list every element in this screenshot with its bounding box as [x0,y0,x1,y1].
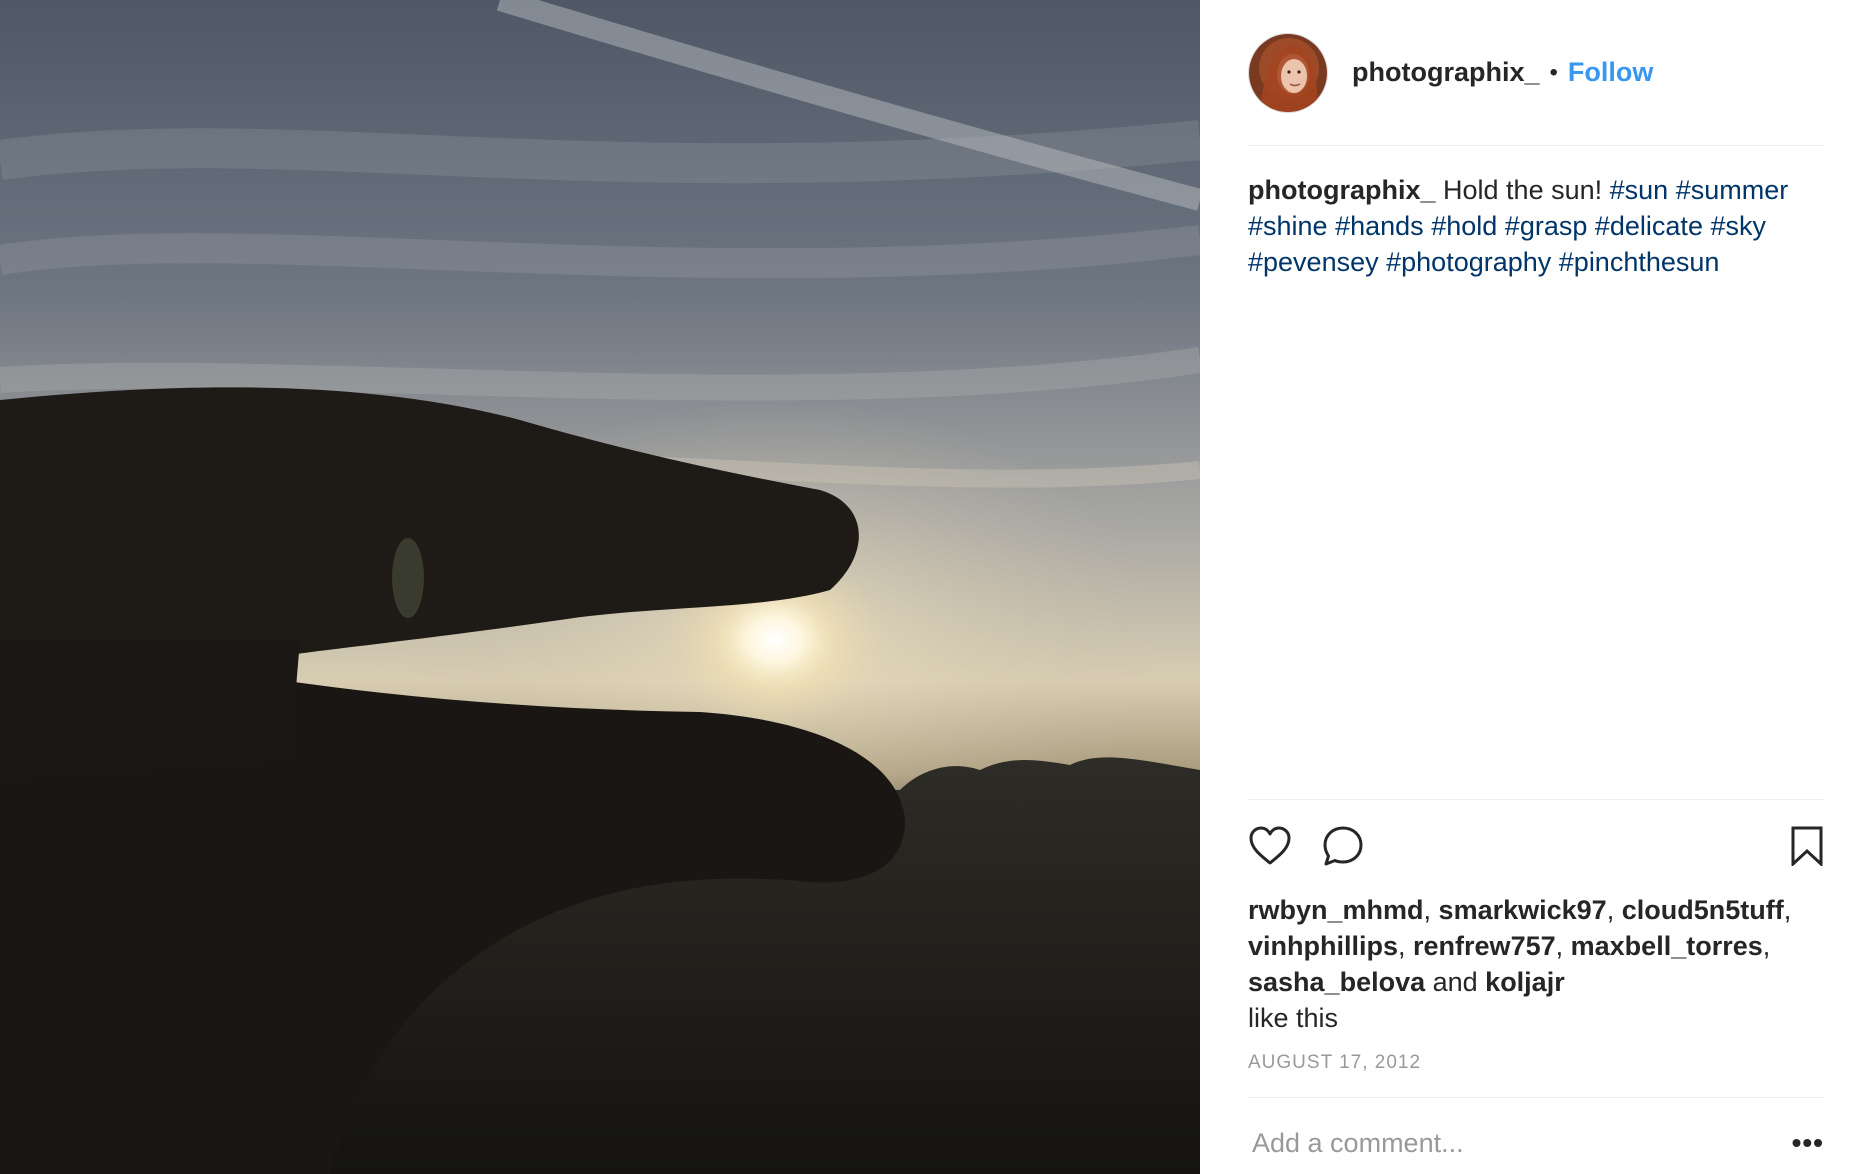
hashtag-link[interactable]: #pevensey [1248,247,1379,277]
hashtag-link[interactable]: #pinchthesun [1559,247,1720,277]
hashtag-link[interactable]: #delicate [1595,211,1703,241]
comment-button[interactable] [1322,825,1364,867]
hashtag-link[interactable]: #summer [1676,175,1789,205]
bookmark-icon [1791,826,1823,866]
liker-username[interactable]: cloud5n5tuff [1622,895,1784,925]
liker-username[interactable]: koljajr [1485,967,1565,997]
action-bar [1248,800,1824,892]
avatar[interactable] [1248,32,1328,113]
photo-image [0,0,1200,1174]
hashtag-link[interactable]: #sky [1710,211,1766,241]
likes-suffix: like this [1248,1003,1339,1033]
hashtag-link[interactable]: #hands [1335,211,1424,241]
heart-icon [1249,826,1291,865]
post-date: AUGUST 17, 2012 [1248,1052,1824,1098]
liker-username[interactable]: maxbell_torres [1571,931,1763,961]
liker-username[interactable]: vinhphillips [1248,931,1398,961]
caption: photographix_ Hold the sun! #sun #summer… [1248,146,1824,800]
liker-username[interactable]: smarkwick97 [1439,895,1607,925]
liker-username[interactable]: renfrew757 [1413,931,1556,961]
post-viewer: photographix_ • Follow photographix_ Hol… [0,0,1852,1174]
liker-username[interactable]: sasha_belova [1248,967,1425,997]
liker-username[interactable]: rwbyn_mhmd [1248,895,1424,925]
like-button[interactable] [1248,826,1292,866]
caption-text: Hold the sun! [1443,175,1603,205]
post-side-panel: photographix_ • Follow photographix_ Hol… [1200,0,1852,1174]
header-separator: • [1549,58,1558,86]
post-header: photographix_ • Follow [1248,0,1824,146]
hashtag-link[interactable]: #sun [1610,175,1669,205]
likes-conjunction: and [1425,967,1486,997]
hashtag-link[interactable]: #shine [1248,211,1328,241]
caption-username[interactable]: photographix_ [1248,175,1436,205]
more-options-button[interactable]: ••• [1792,1127,1824,1159]
post-photo[interactable] [0,0,1200,1174]
post-date-text: AUGUST 17, 2012 [1248,1052,1422,1073]
comment-input[interactable] [1248,1127,1748,1159]
speech-bubble-icon [1323,826,1363,866]
likes-summary: rwbyn_mhmd, smarkwick97, cloud5n5tuff, v… [1248,895,1792,1033]
hashtag-link[interactable]: #photography [1386,247,1551,277]
follow-button[interactable]: Follow [1568,57,1653,88]
comment-box: ••• [1248,1098,1824,1174]
header-username[interactable]: photographix_ [1352,57,1540,88]
hashtag-link[interactable]: #grasp [1505,211,1588,241]
hashtag-link[interactable]: #hold [1431,211,1497,241]
save-button[interactable] [1790,826,1824,866]
